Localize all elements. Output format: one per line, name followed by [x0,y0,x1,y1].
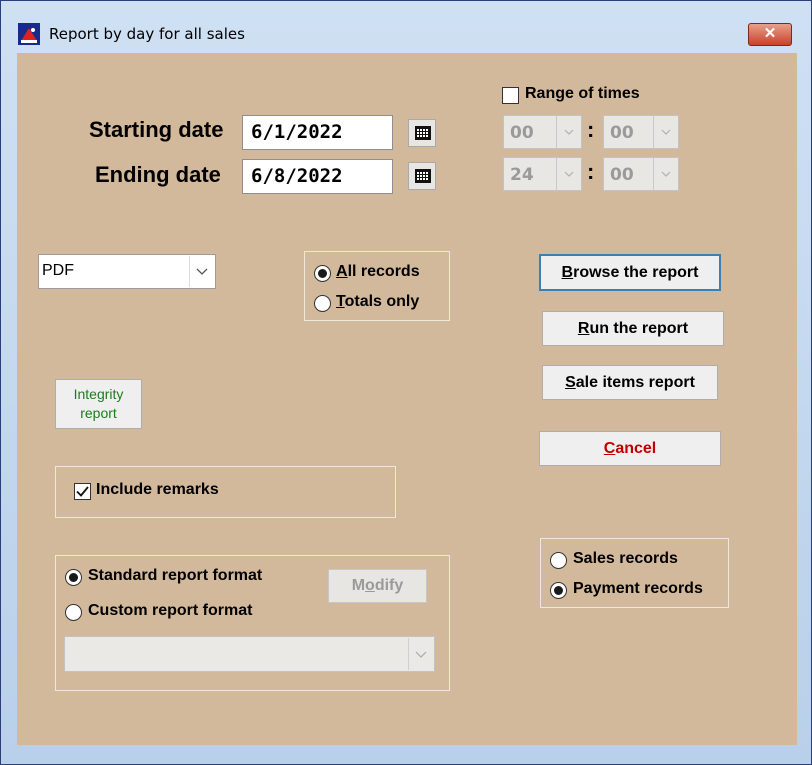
dialog-client-area: Range of times Starting date 6/1/2022 00… [17,53,797,745]
include-remarks-group: Include remarks [55,466,396,518]
start-hour-select[interactable]: 00 [503,115,582,149]
calendar-icon [415,169,431,183]
window-title: Report by day for all sales [49,25,245,43]
sales-records-radio[interactable] [550,552,567,569]
totals-only-label[interactable]: Totals only [336,293,419,311]
payment-records-label[interactable]: Payment records [573,580,703,598]
start-hour-value: 00 [510,123,534,143]
starting-date-field[interactable]: 6/1/2022 [242,115,393,150]
range-of-times-checkbox[interactable] [502,87,519,104]
records-scope-group: All records Totals only [304,251,450,321]
run-report-button[interactable]: Run the report [542,311,724,346]
end-hour-select[interactable]: 24 [503,157,582,191]
calendar-icon [415,126,431,140]
standard-format-radio[interactable] [65,569,82,586]
starting-date-label: Starting date [89,117,224,142]
custom-format-label[interactable]: Custom report format [88,602,252,620]
standard-format-label[interactable]: Standard report format [88,567,262,585]
chevron-down-icon [408,638,433,670]
checkmark-icon [76,486,89,497]
all-records-label[interactable]: All records [336,263,420,281]
record-type-group: Sales records Payment records [540,538,729,608]
totals-only-radio[interactable] [314,295,331,312]
range-of-times-label: Range of times [525,85,640,102]
custom-format-select[interactable] [64,636,435,672]
include-remarks-checkbox[interactable] [74,483,91,500]
end-minute-value: 00 [610,165,634,185]
integrity-report-label-line1: Integrity [73,386,124,402]
integrity-report-button[interactable]: Integrity report [55,379,142,429]
modify-button[interactable]: Modify [328,569,427,603]
sales-records-label[interactable]: Sales records [573,550,678,568]
title-bar[interactable]: Report by day for all sales ✕ [1,1,811,53]
browse-report-button[interactable]: Browse the report [539,254,721,291]
payment-records-radio[interactable] [550,582,567,599]
starting-date-calendar-button[interactable] [408,119,436,147]
chevron-down-icon [653,116,678,148]
time-separator: : [587,159,595,184]
ending-date-label: Ending date [95,162,221,187]
dialog-window: Report by day for all sales ✕ Range of t… [0,0,812,765]
ending-date-calendar-button[interactable] [408,162,436,190]
sale-items-report-button[interactable]: Sale items report [542,365,718,400]
chevron-down-icon [556,116,581,148]
chevron-down-icon [653,158,678,190]
start-minute-value: 00 [610,123,634,143]
app-icon [18,23,40,45]
chevron-down-icon [189,256,214,287]
output-format-select[interactable]: PDF [38,254,216,289]
start-minute-select[interactable]: 00 [603,115,679,149]
end-hour-value: 24 [510,165,534,185]
report-format-group: Standard report format Custom report for… [55,555,450,691]
close-icon: ✕ [763,25,777,42]
integrity-report-label-line2: report [80,405,117,421]
all-records-radio[interactable] [314,265,331,282]
output-format-value: PDF [42,262,74,279]
close-button[interactable]: ✕ [748,23,792,46]
custom-format-radio[interactable] [65,604,82,621]
time-separator: : [587,117,595,142]
include-remarks-label[interactable]: Include remarks [96,481,219,499]
end-minute-select[interactable]: 00 [603,157,679,191]
chevron-down-icon [556,158,581,190]
ending-date-field[interactable]: 6/8/2022 [242,159,393,194]
cancel-button[interactable]: Cancel [539,431,721,466]
